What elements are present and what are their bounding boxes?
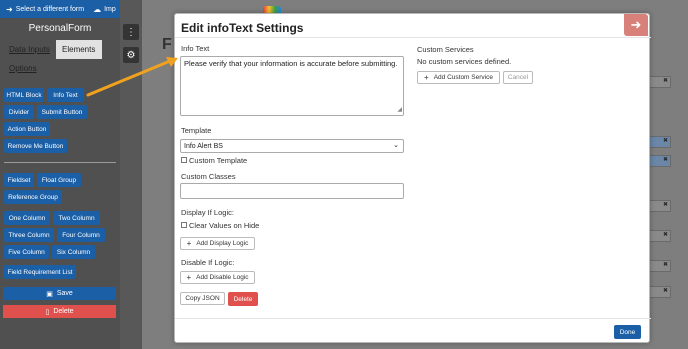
annotation-arrow [86,57,178,97]
annotation-arrow-line [86,59,172,97]
